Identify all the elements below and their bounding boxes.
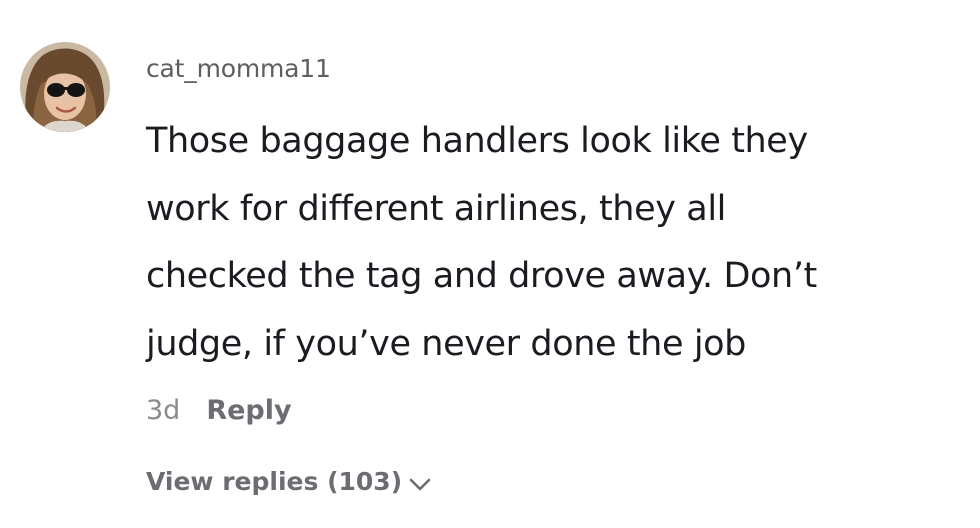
comment-text-line: work for different airlines, they all bbox=[146, 188, 726, 229]
comment-timestamp: 3d bbox=[146, 394, 181, 426]
comment-text-line: Those baggage handlers look like they bbox=[146, 121, 808, 161]
comment-meta: 3d Reply bbox=[146, 392, 292, 428]
view-replies-button[interactable]: View replies (103) bbox=[146, 462, 431, 500]
comment-item: cat_momma11 Those baggage handlers look … bbox=[0, 0, 980, 528]
avatar-image bbox=[20, 42, 110, 132]
avatar[interactable] bbox=[20, 42, 110, 132]
view-replies-label: View replies (103) bbox=[146, 466, 403, 496]
comment-text-line: judge, if you’ve never done the job bbox=[146, 323, 746, 364]
reply-button[interactable]: Reply bbox=[206, 395, 291, 426]
comment-text: Those baggage handlers look like they wo… bbox=[146, 108, 978, 378]
chevron-down-icon bbox=[409, 469, 431, 498]
username[interactable]: cat_momma11 bbox=[146, 53, 331, 85]
comment-text-line: checked the tag and drove away. Don’t bbox=[146, 256, 817, 296]
